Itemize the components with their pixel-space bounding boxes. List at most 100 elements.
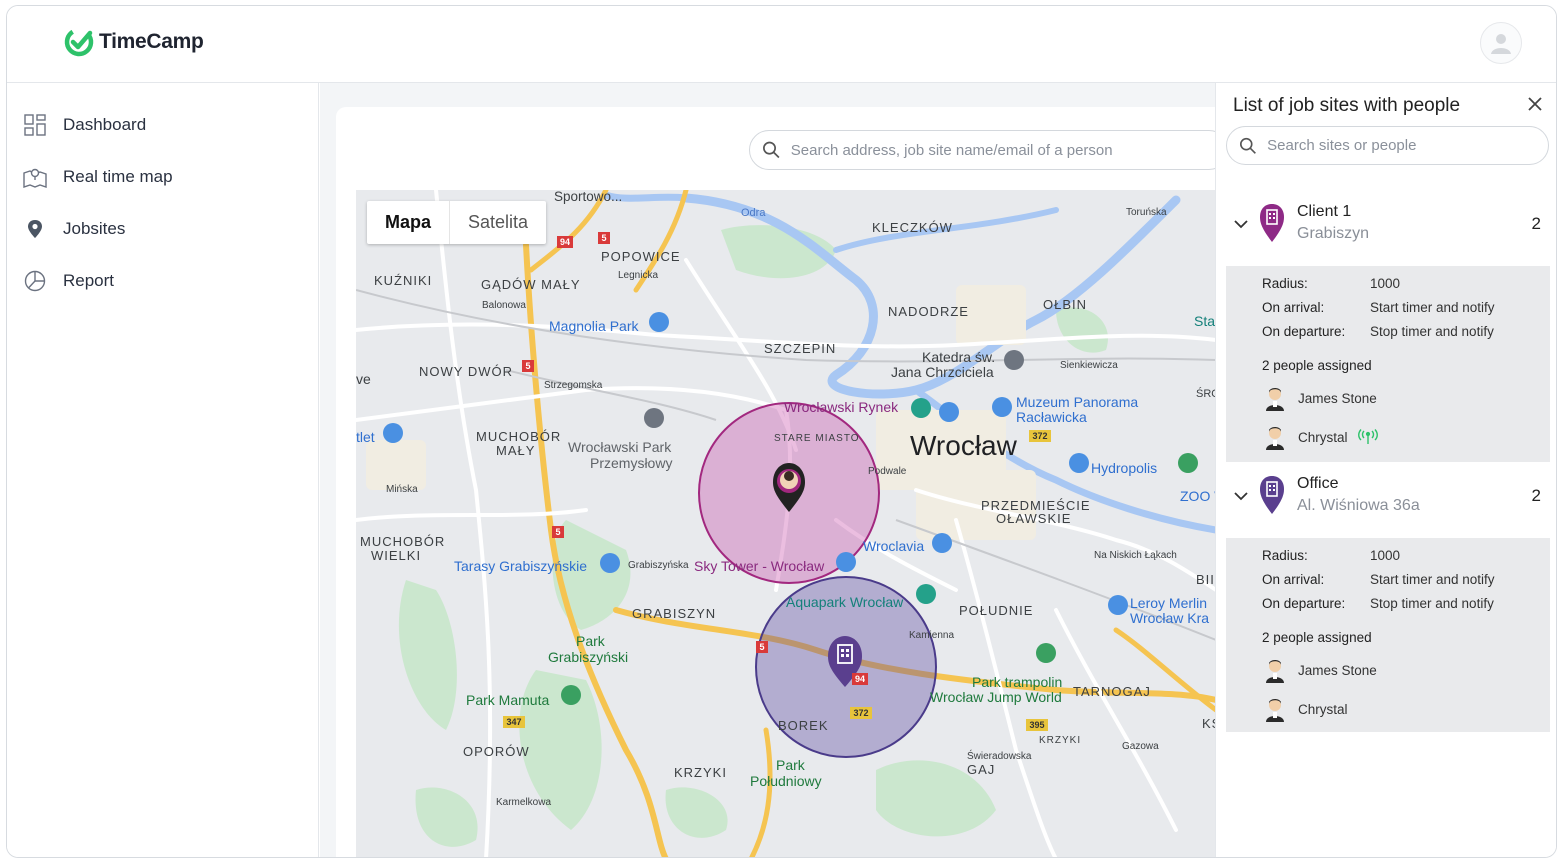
map-label: Sky Tower - Wrocław xyxy=(694,558,825,574)
user-icon xyxy=(1491,34,1511,54)
chevron-down-icon xyxy=(1234,492,1248,501)
map-label: Karmelkowa xyxy=(496,797,551,808)
person-row[interactable]: Chrystal xyxy=(1262,422,1378,452)
map-label: Gazowa xyxy=(1122,741,1159,752)
job-site-office: Office Al. Wiśniowa 36a 2 Radius: 1000 O… xyxy=(1216,464,1556,732)
timecamp-logo-icon xyxy=(64,27,94,57)
job-site-name: Client 1 xyxy=(1297,203,1352,220)
job-site-address: Al. Wiśniowa 36a xyxy=(1297,497,1420,514)
dashboard-icon xyxy=(23,113,47,137)
map-label: GAJ xyxy=(967,762,995,777)
sidebar: Dashboard Real time map Jobsites Report xyxy=(7,83,319,857)
map-label: Południowy xyxy=(750,773,822,789)
map-label: Legnicka xyxy=(618,270,658,281)
user-avatar-button[interactable] xyxy=(1480,22,1522,64)
job-site-header[interactable]: Office Al. Wiśniowa 36a 2 xyxy=(1216,464,1556,528)
map-label: KS xyxy=(1202,716,1216,731)
radius-label: Radius: xyxy=(1262,548,1308,563)
map-label: POPOWICE xyxy=(601,249,681,264)
map-canvas[interactable]: Sportowo... Odra KLECZKÓW Toruńska POPOW… xyxy=(356,190,1216,858)
radius-value: 1000 xyxy=(1370,276,1401,291)
departure-value: Stop timer and notify xyxy=(1370,596,1494,611)
search-input[interactable] xyxy=(1267,137,1548,154)
map-label: NADODRZE xyxy=(888,304,969,319)
building-pin-icon xyxy=(1260,204,1284,242)
svg-text:372: 372 xyxy=(853,708,868,718)
map-label: Wrocławski Park xyxy=(568,439,672,455)
map-label: Racławicka xyxy=(1016,409,1087,425)
sidebar-item-report[interactable]: Report xyxy=(23,261,303,301)
map-label: Kamienna xyxy=(909,630,954,641)
map-label: Toruńska xyxy=(1126,207,1167,218)
search-input[interactable] xyxy=(790,141,1228,159)
svg-text:347: 347 xyxy=(506,717,521,727)
map-label: Wrocław Jump World xyxy=(930,689,1062,705)
map-label: Grabiszyński xyxy=(548,649,628,665)
map-label: tlet xyxy=(356,429,375,445)
map-label: Strzegomska xyxy=(544,380,603,391)
map-label: Jana Chrzciciela xyxy=(891,364,994,380)
map-label: Na Niskich Łąkach xyxy=(1094,550,1177,561)
tab-satelita[interactable]: Satelita xyxy=(450,201,546,244)
svg-text:94: 94 xyxy=(855,674,865,684)
main-search[interactable] xyxy=(749,130,1229,170)
sidebar-item-label: Report xyxy=(63,271,115,290)
sidebar-item-real-time-map[interactable]: Real time map xyxy=(23,157,303,197)
departure-label: On departure: xyxy=(1262,596,1346,611)
avatar xyxy=(1266,699,1284,722)
map-label: Muzeum Panorama xyxy=(1016,394,1138,410)
map-label: Balonowa xyxy=(482,300,526,311)
sidebar-item-dashboard[interactable]: Dashboard xyxy=(23,105,303,145)
svg-text:5: 5 xyxy=(601,233,606,243)
map-label: Sta xyxy=(1194,313,1215,329)
assigned-count: 2 people assigned xyxy=(1262,630,1372,645)
map-label: KLECZKÓW xyxy=(872,220,953,235)
map-label: Wroclavia xyxy=(863,538,924,554)
map-label: Podwale xyxy=(868,466,907,477)
close-panel-button[interactable] xyxy=(1524,93,1546,115)
map-label: GRABISZYN xyxy=(632,606,716,621)
panel-search[interactable] xyxy=(1226,126,1549,165)
arrival-value: Start timer and notify xyxy=(1370,300,1495,315)
map-label: KRZYKI xyxy=(674,765,727,780)
job-site-name: Office xyxy=(1297,475,1339,492)
search-icon xyxy=(763,141,780,159)
map-label: MUCHOBÓR xyxy=(476,429,561,444)
map-label: Leroy Merlin xyxy=(1130,595,1207,611)
map-label: ŚRO xyxy=(1196,387,1216,400)
map-label: MUCHOBÓR xyxy=(360,534,445,549)
map-label: Mińska xyxy=(386,484,418,495)
map-label: KRZYKI xyxy=(1039,735,1081,746)
map-label: MAŁY xyxy=(496,443,535,458)
map-label: Wrocławski Rynek xyxy=(784,399,899,415)
map-label: Park xyxy=(776,757,806,773)
svg-text:5: 5 xyxy=(759,642,764,652)
svg-text:372: 372 xyxy=(1032,431,1047,441)
person-row[interactable]: Chrystal xyxy=(1262,694,1348,724)
map-label: Aquapark Wrocław xyxy=(786,594,904,610)
person-row[interactable]: James Stone xyxy=(1262,383,1377,413)
people-count: 2 xyxy=(1531,214,1541,233)
app-logo[interactable]: TimeCamp xyxy=(63,26,204,58)
map-label: STARE MIASTO xyxy=(774,433,860,444)
person-name: James Stone xyxy=(1298,390,1377,406)
map-label: ZOO Wr xyxy=(1180,488,1216,504)
departure-value: Stop timer and notify xyxy=(1370,324,1494,339)
people-count: 2 xyxy=(1531,486,1541,505)
svg-text:5: 5 xyxy=(525,361,530,371)
map-icon xyxy=(23,165,47,189)
map-view[interactable]: Sportowo... Odra KLECZKÓW Toruńska POPOW… xyxy=(356,190,1216,858)
app-window: TimeCamp Dashboard Real time map Jobsite… xyxy=(6,5,1557,858)
map-label: Park xyxy=(576,633,606,649)
sidebar-item-jobsites[interactable]: Jobsites xyxy=(23,209,303,249)
building-pin-icon xyxy=(1260,476,1284,514)
person-name: Chrystal xyxy=(1298,701,1348,717)
sidebar-item-label: Real time map xyxy=(63,167,173,186)
map-label: OPORÓW xyxy=(463,744,530,759)
tab-mapa[interactable]: Mapa xyxy=(367,201,451,244)
job-site-details: Radius: 1000 On arrival: Start timer and… xyxy=(1226,266,1550,462)
person-row[interactable]: James Stone xyxy=(1262,655,1377,685)
job-site-header[interactable]: Client 1 Grabiszyn 2 xyxy=(1216,192,1556,256)
job-site-details: Radius: 1000 On arrival: Start timer and… xyxy=(1226,538,1550,732)
radius-label: Radius: xyxy=(1262,276,1308,291)
